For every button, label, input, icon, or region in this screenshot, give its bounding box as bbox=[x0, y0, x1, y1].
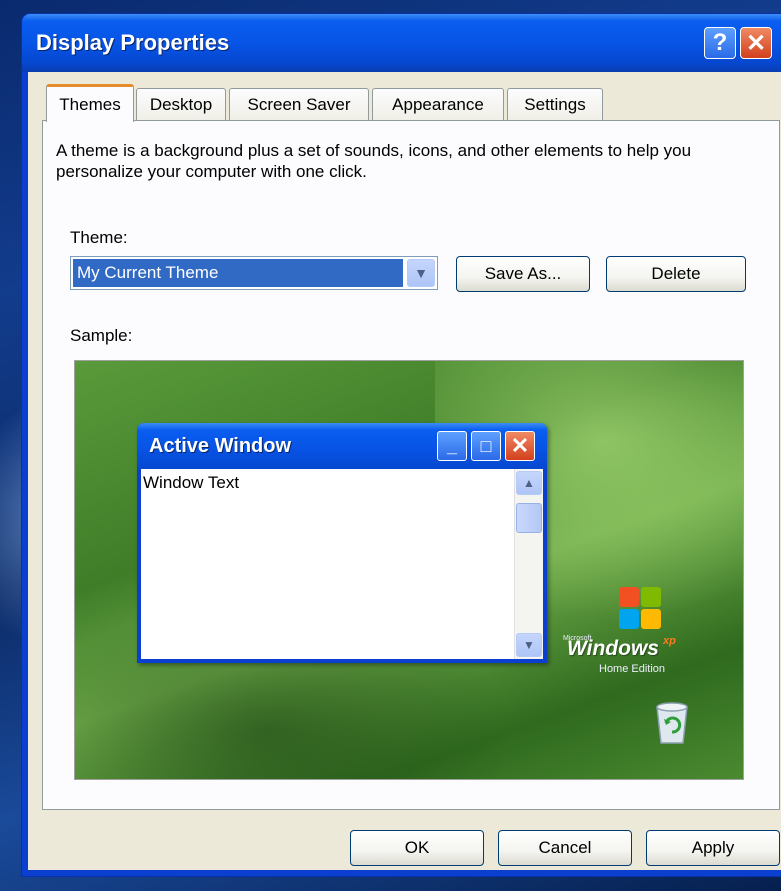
theme-label: Theme: bbox=[70, 228, 128, 247]
recycle-bin-icon bbox=[656, 702, 688, 744]
sample-window-titlebar: Active Window _ □ ✕ bbox=[137, 423, 547, 469]
tab-appearance[interactable]: Appearance bbox=[372, 88, 504, 120]
question-mark-icon: ? bbox=[712, 29, 728, 56]
tab-screen-saver[interactable]: Screen Saver bbox=[229, 88, 369, 120]
tab-desktop-label: Desktop bbox=[149, 94, 213, 114]
delete-label: Delete bbox=[651, 264, 701, 283]
tab-themes-label: Themes bbox=[59, 94, 121, 114]
sample-active-window: Active Window _ □ ✕ Window Text ▲ ▼ bbox=[137, 423, 547, 663]
tab-settings[interactable]: Settings bbox=[507, 88, 603, 120]
tab-appearance-label: Appearance bbox=[392, 94, 484, 114]
tab-settings-label: Settings bbox=[524, 94, 586, 114]
windows-flag-icon bbox=[619, 587, 663, 631]
delete-button[interactable]: Delete bbox=[606, 256, 746, 292]
scroll-thumb bbox=[516, 503, 542, 533]
tab-screen-saver-label: Screen Saver bbox=[247, 94, 351, 114]
sample-label: Sample: bbox=[70, 326, 133, 345]
apply-label: Apply bbox=[691, 838, 735, 857]
title-bar[interactable]: Display Properties ? ✕ bbox=[22, 14, 781, 72]
tab-desktop[interactable]: Desktop bbox=[136, 88, 226, 120]
scroll-down-icon: ▼ bbox=[516, 633, 542, 657]
cancel-label: Cancel bbox=[538, 838, 592, 857]
close-button[interactable]: ✕ bbox=[740, 27, 772, 59]
sample-window-title: Active Window bbox=[149, 435, 292, 457]
scroll-up-icon: ▲ bbox=[516, 471, 542, 495]
tab-themes[interactable]: Themes bbox=[46, 84, 134, 122]
window-title: Display Properties bbox=[36, 30, 230, 55]
sample-window-body: Window Text ▲ ▼ bbox=[141, 469, 543, 659]
dialog-client-area: Themes Desktop Screen Saver Appearance S… bbox=[28, 72, 781, 870]
theme-select[interactable]: My Current Theme ▼ bbox=[70, 256, 438, 290]
theme-select-value: My Current Theme bbox=[73, 259, 403, 287]
logo-windows-text: Windows bbox=[567, 637, 659, 660]
close-icon: ✕ bbox=[745, 29, 767, 57]
help-button[interactable]: ? bbox=[704, 27, 736, 59]
ok-button[interactable]: OK bbox=[350, 830, 484, 866]
chevron-down-icon[interactable]: ▼ bbox=[407, 259, 435, 287]
save-as-label: Save As... bbox=[484, 264, 562, 283]
save-as-button[interactable]: Save As... bbox=[456, 256, 590, 292]
sample-window-text: Window Text bbox=[143, 473, 240, 492]
minimize-icon: _ bbox=[437, 431, 467, 461]
display-properties-dialog: Display Properties ? ✕ Themes Desktop Sc… bbox=[22, 14, 781, 876]
sample-scrollbar: ▲ ▼ bbox=[514, 469, 543, 659]
logo-xp-text: xp bbox=[663, 635, 676, 647]
close-icon: ✕ bbox=[505, 431, 535, 461]
apply-button[interactable]: Apply bbox=[646, 830, 780, 866]
theme-sample-preview: Active Window _ □ ✕ Window Text ▲ ▼ Micr… bbox=[74, 360, 744, 780]
ok-label: OK bbox=[404, 838, 430, 857]
logo-edition-text: Home Edition bbox=[599, 663, 666, 675]
maximize-icon: □ bbox=[471, 431, 501, 461]
cancel-button[interactable]: Cancel bbox=[498, 830, 632, 866]
theme-description: A theme is a background plus a set of so… bbox=[56, 141, 692, 181]
windows-xp-logo: Microsoft Windows xp Home Edition bbox=[563, 587, 713, 677]
